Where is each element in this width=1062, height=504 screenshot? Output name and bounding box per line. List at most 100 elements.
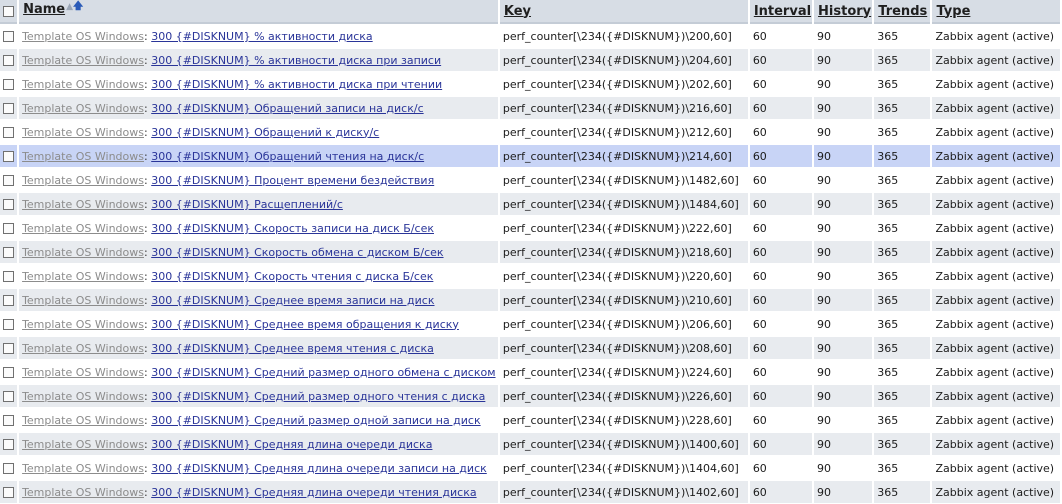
item-prototype-link[interactable]: 300 {#DISKNUM} Средний размер одного обм…	[151, 366, 495, 379]
row-checkbox[interactable]	[3, 319, 15, 330]
row-select-cell	[0, 24, 18, 48]
row-select-cell	[0, 408, 18, 432]
item-prototype-link[interactable]: 300 {#DISKNUM} Скорость обмена с диском …	[151, 246, 443, 259]
row-checkbox[interactable]	[3, 439, 15, 450]
type-cell: Zabbix agent (active)	[932, 312, 1060, 336]
row-checkbox[interactable]	[3, 199, 15, 210]
item-prototype-link[interactable]: 300 {#DISKNUM} % активности диска при чт…	[151, 78, 442, 91]
template-link[interactable]: Template OS Windows	[22, 30, 144, 43]
template-link[interactable]: Template OS Windows	[22, 294, 144, 307]
history-cell: 90	[814, 456, 873, 480]
template-link[interactable]: Template OS Windows	[22, 270, 144, 283]
item-prototype-link[interactable]: 300 {#DISKNUM} Средний размер одного чте…	[151, 390, 485, 403]
sort-by-type-link[interactable]: Type	[936, 4, 970, 19]
row-checkbox[interactable]	[3, 343, 15, 354]
item-prototype-link[interactable]: 300 {#DISKNUM} Расщеплений/с	[151, 198, 343, 211]
type-cell: Zabbix agent (active)	[932, 432, 1060, 456]
name-cell: Template OS Windows: 300 {#DISKNUM} Обра…	[19, 96, 498, 120]
item-prototype-link[interactable]: 300 {#DISKNUM} Среднее время записи на д…	[151, 294, 434, 307]
interval-cell: 60	[749, 432, 813, 456]
row-select-cell	[0, 432, 18, 456]
row-checkbox[interactable]	[3, 79, 15, 90]
select-all-checkbox[interactable]	[3, 5, 15, 17]
item-prototype-link[interactable]: 300 {#DISKNUM} Обращений чтения на диск/…	[151, 150, 424, 163]
row-checkbox[interactable]	[3, 55, 15, 66]
row-checkbox[interactable]	[3, 295, 15, 306]
sort-by-key-link[interactable]: Key	[504, 4, 531, 19]
row-checkbox[interactable]	[3, 223, 15, 234]
item-prototype-link[interactable]: 300 {#DISKNUM} Скорость чтения с диска Б…	[151, 270, 433, 283]
item-prototype-link[interactable]: 300 {#DISKNUM} Средняя длина очереди дис…	[151, 438, 432, 451]
template-link[interactable]: Template OS Windows	[22, 222, 144, 235]
trends-cell: 365	[874, 120, 931, 144]
history-cell: 90	[814, 192, 873, 216]
column-header-name: Name▲🡅	[19, 0, 498, 24]
template-link[interactable]: Template OS Windows	[22, 174, 144, 187]
row-checkbox[interactable]	[3, 391, 15, 402]
row-checkbox[interactable]	[3, 247, 15, 258]
key-cell: perf_counter[\234({#DISKNUM})\228,60]	[499, 408, 748, 432]
interval-cell: 60	[749, 72, 813, 96]
row-select-cell	[0, 48, 18, 72]
sort-by-name-link[interactable]: Name	[23, 2, 65, 17]
item-prototype-link[interactable]: 300 {#DISKNUM} Средняя длина очереди чте…	[151, 486, 476, 499]
template-link[interactable]: Template OS Windows	[22, 462, 144, 475]
template-link[interactable]: Template OS Windows	[22, 366, 144, 379]
row-checkbox[interactable]	[3, 151, 15, 162]
template-link[interactable]: Template OS Windows	[22, 414, 144, 427]
template-link[interactable]: Template OS Windows	[22, 438, 144, 451]
template-link[interactable]: Template OS Windows	[22, 126, 144, 139]
row-checkbox[interactable]	[3, 415, 15, 426]
type-cell: Zabbix agent (active)	[932, 192, 1060, 216]
table-row: Template OS Windows: 300 {#DISKNUM} Сред…	[0, 288, 1060, 312]
type-cell: Zabbix agent (active)	[932, 336, 1060, 360]
name-cell: Template OS Windows: 300 {#DISKNUM} Сред…	[19, 360, 498, 384]
row-checkbox[interactable]	[3, 31, 15, 42]
template-link[interactable]: Template OS Windows	[22, 486, 144, 499]
template-link[interactable]: Template OS Windows	[22, 150, 144, 163]
table-row: Template OS Windows: 300 {#DISKNUM} Сред…	[0, 312, 1060, 336]
interval-cell: 60	[749, 336, 813, 360]
row-checkbox[interactable]	[3, 367, 15, 378]
template-link[interactable]: Template OS Windows	[22, 318, 144, 331]
item-prototype-link[interactable]: 300 {#DISKNUM} Средняя длина очереди зап…	[151, 462, 487, 475]
row-checkbox[interactable]	[3, 271, 15, 282]
template-link[interactable]: Template OS Windows	[22, 54, 144, 67]
template-link[interactable]: Template OS Windows	[22, 390, 144, 403]
name-cell: Template OS Windows: 300 {#DISKNUM} % ак…	[19, 48, 498, 72]
item-prototype-link[interactable]: 300 {#DISKNUM} Скорость записи на диск Б…	[151, 222, 434, 235]
key-cell: perf_counter[\234({#DISKNUM})\220,60]	[499, 264, 748, 288]
row-checkbox[interactable]	[3, 487, 15, 498]
sort-by-history-link[interactable]: History	[818, 4, 871, 19]
item-prototype-link[interactable]: 300 {#DISKNUM} Среднее время обращения к…	[151, 318, 459, 331]
template-link[interactable]: Template OS Windows	[22, 78, 144, 91]
name-cell: Template OS Windows: 300 {#DISKNUM} Скор…	[19, 264, 498, 288]
trends-cell: 365	[874, 216, 931, 240]
template-link[interactable]: Template OS Windows	[22, 198, 144, 211]
row-checkbox[interactable]	[3, 463, 15, 474]
item-prototype-link[interactable]: 300 {#DISKNUM} Обращений записи на диск/…	[151, 102, 423, 115]
sort-by-trends-link[interactable]: Trends	[878, 4, 927, 19]
template-link[interactable]: Template OS Windows	[22, 342, 144, 355]
template-link[interactable]: Template OS Windows	[22, 102, 144, 115]
history-cell: 90	[814, 384, 873, 408]
item-prototype-link[interactable]: 300 {#DISKNUM} % активности диска при за…	[151, 54, 441, 67]
sort-by-interval-link[interactable]: Interval	[754, 4, 811, 19]
row-select-cell	[0, 336, 18, 360]
item-prototype-link[interactable]: 300 {#DISKNUM} Обращений к диску/с	[151, 126, 379, 139]
item-prototype-link[interactable]: 300 {#DISKNUM} Среднее время чтения с ди…	[151, 342, 434, 355]
table-row: Template OS Windows: 300 {#DISKNUM} Сред…	[0, 384, 1060, 408]
type-cell: Zabbix agent (active)	[932, 240, 1060, 264]
row-checkbox[interactable]	[3, 103, 15, 114]
name-cell: Template OS Windows: 300 {#DISKNUM} Обра…	[19, 144, 498, 168]
template-link[interactable]: Template OS Windows	[22, 246, 144, 259]
type-cell: Zabbix agent (active)	[932, 96, 1060, 120]
item-prototype-link[interactable]: 300 {#DISKNUM} % активности диска	[151, 30, 372, 43]
item-prototype-link[interactable]: 300 {#DISKNUM} Процент времени бездейств…	[151, 174, 434, 187]
row-checkbox[interactable]	[3, 175, 15, 186]
row-checkbox[interactable]	[3, 127, 15, 138]
item-prototype-link[interactable]: 300 {#DISKNUM} Средний размер одной запи…	[151, 414, 480, 427]
trends-cell: 365	[874, 480, 931, 504]
interval-cell: 60	[749, 24, 813, 48]
table-header-row: Name▲🡅 Key Interval History Trends Type	[0, 0, 1060, 24]
